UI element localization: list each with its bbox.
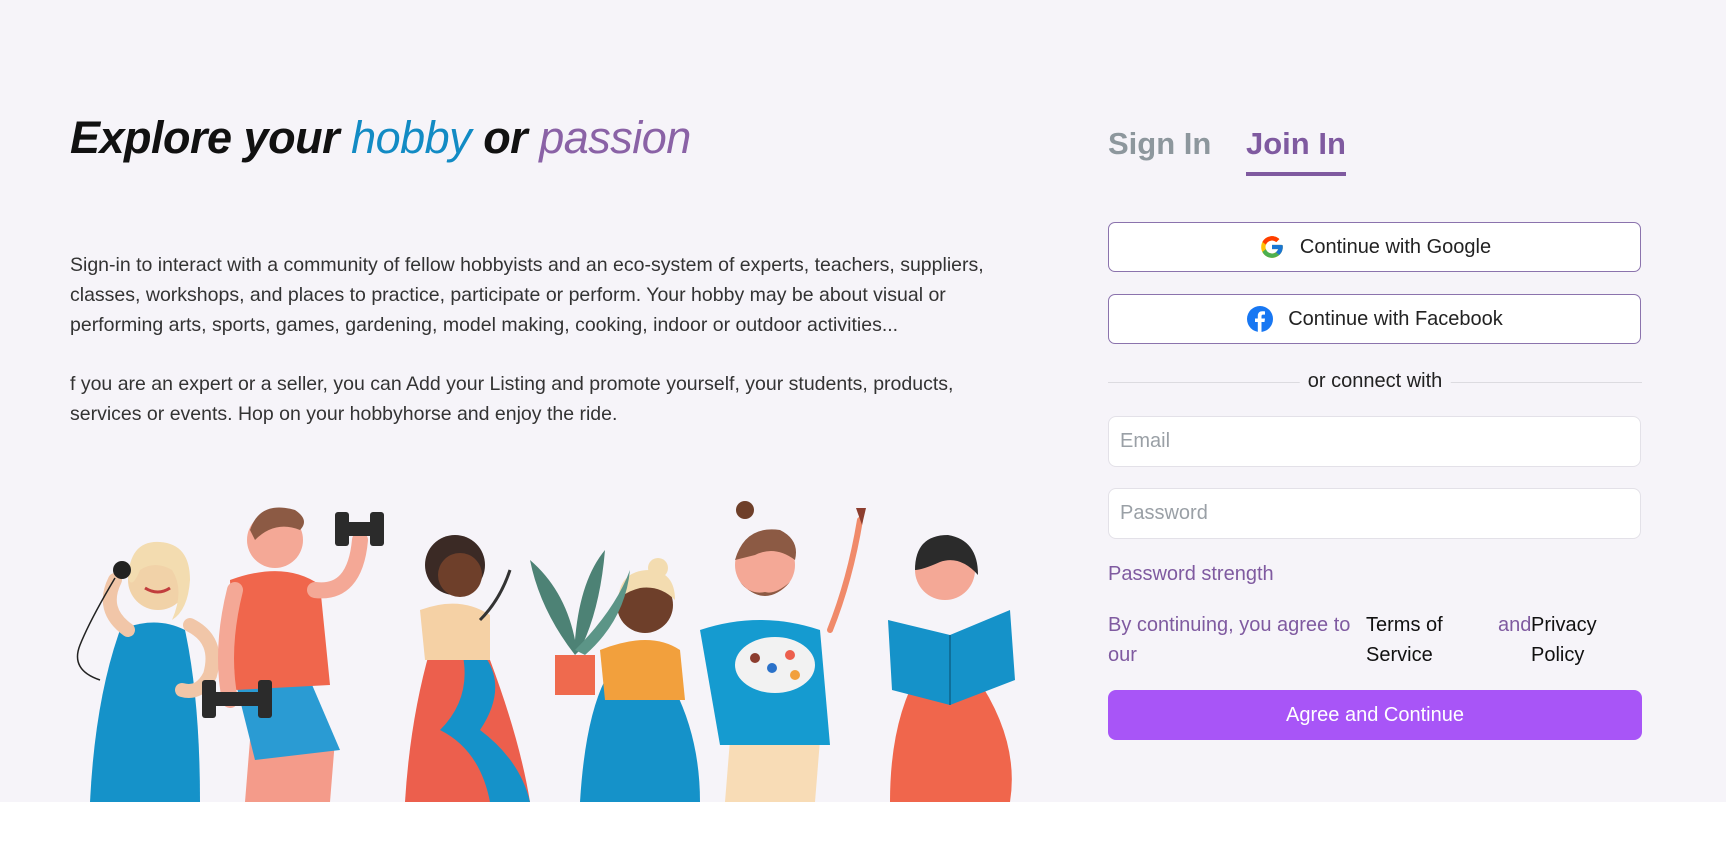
headline-part-2: or (471, 112, 540, 163)
tab-join-in[interactable]: Join In (1246, 126, 1346, 176)
hobbyists-illustration (76, 501, 1015, 802)
continue-with-facebook-button[interactable]: Continue with Facebook (1108, 294, 1641, 344)
dancer-figure (405, 535, 530, 802)
continue-with-google-button[interactable]: Continue with Google (1108, 222, 1641, 272)
agree-and-continue-button[interactable]: Agree and Continue (1108, 690, 1642, 740)
google-button-label: Continue with Google (1299, 235, 1492, 258)
password-field[interactable] (1108, 488, 1641, 539)
tab-sign-in[interactable]: Sign In (1108, 126, 1211, 172)
headline-word-passion: passion (539, 112, 691, 163)
weightlifter-figure (202, 507, 384, 802)
terms-and-text: and (1498, 614, 1532, 636)
reader-figure (888, 535, 1015, 802)
gardener-figure (530, 550, 700, 802)
or-connect-divider: or connect with (1108, 370, 1642, 394)
intro-paragraph: Sign-in to interact with a community of … (70, 254, 984, 336)
terms-prefix: By continuing, you agree to our (1108, 614, 1351, 666)
password-strength-label: Password strength (1108, 563, 1274, 585)
singer-figure (76, 541, 220, 802)
artist-figure (700, 501, 866, 802)
terms-of-service-link[interactable]: Terms of Service (1366, 610, 1466, 670)
page-headline: Explore your hobby or passion (70, 112, 691, 164)
facebook-button-label: Continue with Facebook (1288, 307, 1503, 330)
seller-paragraph: f you are an expert or a seller, you can… (70, 373, 954, 425)
google-icon (1258, 233, 1286, 261)
facebook-icon (1246, 305, 1274, 333)
email-field[interactable] (1108, 416, 1641, 467)
headline-word-hobby: hobby (351, 112, 472, 163)
divider-label: or connect with (1299, 370, 1451, 393)
headline-part-1: Explore your (70, 112, 352, 163)
privacy-policy-link[interactable]: Privacy Policy (1531, 610, 1611, 670)
